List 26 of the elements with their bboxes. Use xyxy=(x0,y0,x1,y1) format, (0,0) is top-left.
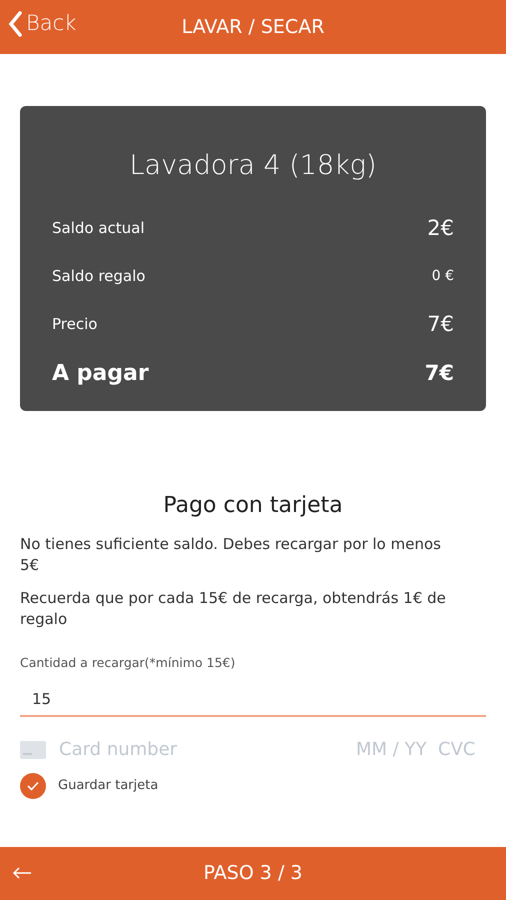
save-card-checkbox[interactable] xyxy=(20,772,46,799)
save-card-label: Guardar tarjeta xyxy=(58,777,158,795)
card-number-field[interactable]: Card number xyxy=(59,736,229,764)
back-button[interactable]: Back xyxy=(8,8,76,40)
info-message: No tienes suficiente saldo. Debes recargar por lo menos 5€ xyxy=(20,534,442,576)
step-indicator: PASO 3 / 3 xyxy=(204,861,302,886)
checkmark-icon xyxy=(27,780,39,791)
row-value: 2€ xyxy=(427,214,454,242)
info-message: Recuerda que por cada 15€ de recarga, obtendrás 1€ de regalo xyxy=(20,588,447,630)
credit-card-icon xyxy=(20,740,46,759)
field-label: Cantidad a recargar(*mínimo 15€) xyxy=(20,654,236,672)
arrow-left-icon xyxy=(12,867,32,879)
screen-title: LAVAR / SECAR xyxy=(182,14,324,40)
row-value: 7€ xyxy=(427,310,454,338)
row-label: Precio xyxy=(52,314,98,336)
row-value: 0 € xyxy=(432,267,454,286)
row-label: A pagar xyxy=(52,360,149,388)
cvc-field[interactable]: CVC xyxy=(438,736,486,764)
row-label: Saldo regalo xyxy=(52,266,146,288)
section-title: Pago con tarjeta xyxy=(162,492,344,520)
chevron-left-icon xyxy=(8,10,22,37)
row-value: 7€ xyxy=(424,360,454,387)
amount-field[interactable]: 15 xyxy=(20,682,486,717)
machine-title: Lavadora 4 (18kg) xyxy=(128,149,378,183)
expiry-field[interactable]: MM / YY xyxy=(356,736,432,764)
row-label: Saldo actual xyxy=(52,218,145,240)
